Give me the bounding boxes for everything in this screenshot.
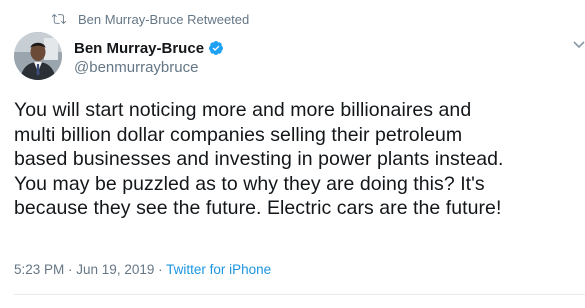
meta-separator: · <box>64 262 77 277</box>
author-block: Ben Murray-Bruce @benmurraybruce <box>74 38 224 76</box>
tweet-text-line: You will start noticing more and more bi… <box>14 99 472 121</box>
tweet-metadata: 5:23 PM · Jun 19, 2019 · Twitter for iPh… <box>14 262 271 277</box>
meta-separator: · <box>154 262 167 277</box>
tweet-card[interactable]: Ben Murray-Bruce Retweeted Ben Murray-Br… <box>0 0 585 308</box>
tweet-text-line: You may be puzzled as to why they are do… <box>14 172 485 195</box>
verified-badge-icon <box>209 41 224 55</box>
retweet-context: Ben Murray-Bruce Retweeted <box>52 10 249 28</box>
profile-photo <box>14 32 62 80</box>
tweet-text-line: because they see the future. Electric ca… <box>14 197 502 220</box>
chevron-down-icon[interactable] <box>573 40 585 50</box>
tweet-time[interactable]: 5:23 PM <box>14 262 64 277</box>
divider <box>14 294 585 295</box>
retweet-icon <box>52 14 66 24</box>
handle[interactable]: @benmurraybruce <box>74 59 224 76</box>
retweet-context-text[interactable]: Ben Murray-Bruce Retweeted <box>78 12 249 27</box>
avatar[interactable] <box>14 32 62 80</box>
tweet-text-line: based businesses and investing in power … <box>14 148 504 171</box>
tweet-date[interactable]: Jun 19, 2019 <box>76 262 154 277</box>
tweet-source-link[interactable]: Twitter for iPhone <box>166 262 271 277</box>
display-name[interactable]: Ben Murray-Bruce <box>74 40 204 57</box>
tweet-text: You will start noticing more and more bi… <box>14 98 579 221</box>
tweet-text-line: multi billion dollar companies selling t… <box>14 123 463 146</box>
